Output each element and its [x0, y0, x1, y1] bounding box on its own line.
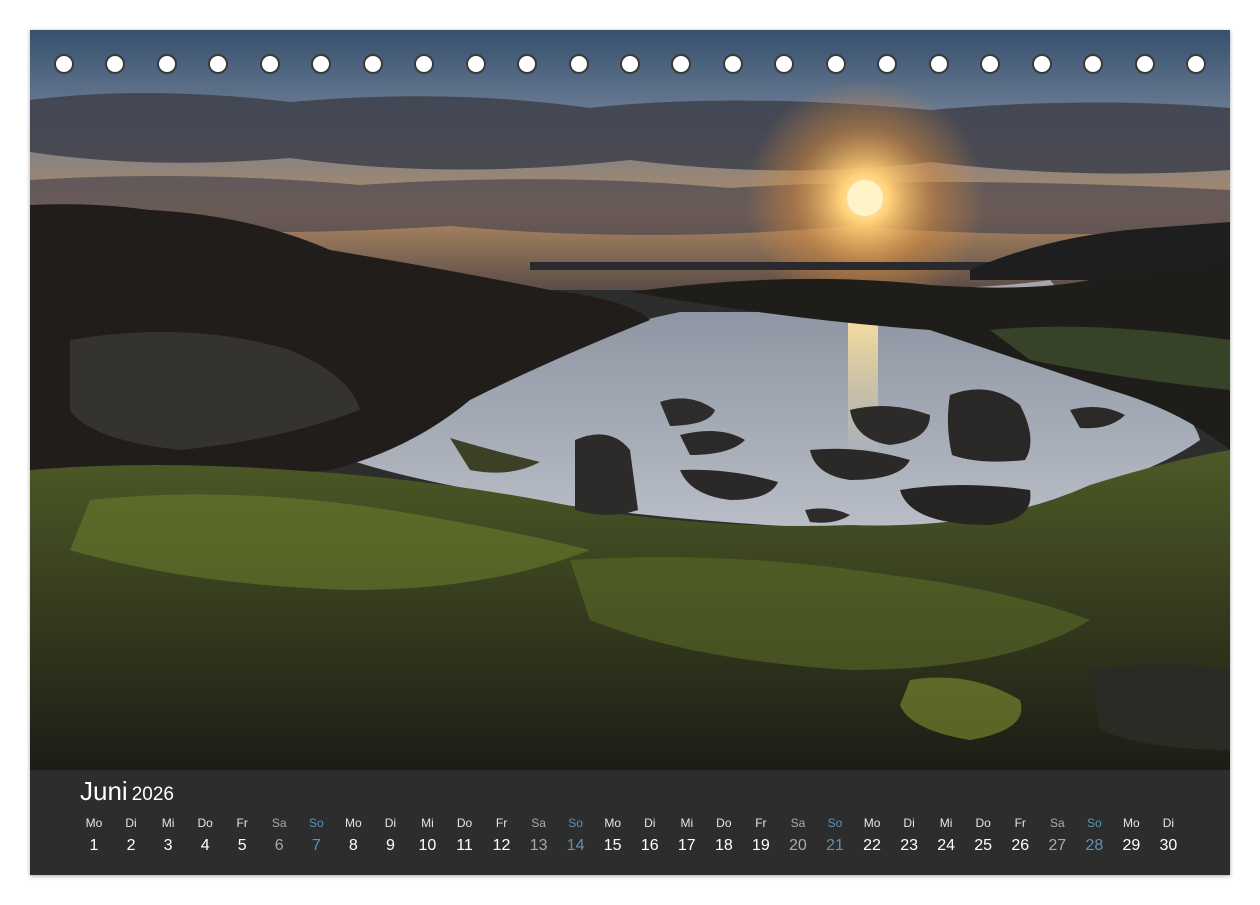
weekday-label: Mo: [85, 816, 103, 830]
weekday-label: Fr: [236, 816, 248, 830]
day-number: 1: [89, 837, 99, 854]
weekday-label: Do: [716, 816, 732, 830]
day-number: 18: [714, 837, 733, 854]
day-number: 22: [863, 837, 881, 854]
day-number: 9: [385, 837, 395, 854]
binding-hole: [928, 54, 949, 74]
weekday-label: Mi: [161, 816, 175, 830]
day-number: 21: [826, 837, 844, 854]
weekday-label: So: [308, 816, 324, 830]
weekday-label: Mi: [680, 816, 694, 830]
binding-hole: [54, 54, 74, 74]
day-number: 20: [789, 837, 807, 854]
binding-hole: [1186, 54, 1206, 74]
day-number: 17: [677, 837, 696, 854]
binding-hole: [671, 54, 692, 74]
day-number: 28: [1085, 837, 1104, 854]
weekday-label: Mi: [939, 816, 953, 830]
day-number: 6: [274, 837, 284, 854]
binding-hole: [620, 54, 640, 74]
weekday-label: Mo: [1123, 816, 1140, 830]
weekday-label: Fr: [755, 816, 767, 830]
weekday-label: Di: [125, 816, 137, 830]
weekday-label: Mi: [421, 816, 434, 830]
binding-hole: [414, 54, 435, 74]
day-number: 29: [1122, 837, 1141, 854]
calendar-page: Juni 2026 Mo 1 Di 2 Mi 3 Do 4 Fr 5 Sa 6 So 7 Mo 8 Di 9 Mi 10…: [30, 30, 1230, 875]
day-number: 19: [751, 837, 770, 854]
day-number: 12: [492, 837, 511, 854]
day-number: 4: [200, 837, 210, 854]
binding-hole: [311, 54, 332, 74]
binding-hole: [980, 54, 1001, 74]
day-number: 13: [529, 837, 548, 854]
binding-hole: [105, 54, 126, 74]
binding-hole: [465, 54, 486, 74]
weekday-label: Sa: [531, 816, 546, 830]
weekday-label: Fr: [495, 816, 508, 830]
binding-hole: [208, 54, 229, 74]
binding-hole: [877, 54, 898, 74]
year: 2026: [131, 784, 174, 805]
weekday-label: Do: [456, 816, 473, 830]
weekday-label: Sa: [1049, 816, 1065, 830]
weekday-label: Do: [975, 816, 991, 830]
weekday-label: So: [827, 816, 843, 830]
weekday-label: Fr: [1014, 816, 1026, 830]
day-number: 16: [640, 837, 659, 854]
day-number: 27: [1048, 837, 1067, 854]
weekday-label: Di: [1162, 816, 1175, 830]
day-number: 26: [1011, 837, 1030, 854]
calendar-band: Juni 2026 Mo 1 Di 2 Mi 3 Do 4 Fr 5 Sa 6 So 7 Mo 8 Di 9 Mi 10…: [30, 770, 1230, 875]
weekday-label: Mo: [345, 816, 362, 830]
binding-hole: [362, 54, 383, 74]
day-number: 3: [163, 837, 173, 854]
day-number: 15: [603, 837, 622, 854]
binding-hole: [1083, 54, 1104, 74]
binding-hole: [156, 54, 177, 74]
binding-hole: [1134, 54, 1155, 74]
binding-hole: [259, 54, 280, 74]
day-number: 23: [900, 837, 918, 854]
day-number: 10: [418, 837, 437, 854]
binding-hole: [517, 54, 538, 74]
day-number: 11: [456, 837, 473, 854]
weekday-label: Do: [197, 816, 213, 830]
weekday-label: Di: [384, 816, 397, 830]
day-number: 30: [1159, 837, 1178, 854]
weekday-label: Mo: [604, 816, 622, 830]
binding-hole: [774, 54, 795, 74]
binding-holes: [30, 54, 1230, 80]
binding-hole: [1031, 54, 1052, 74]
day-number: 24: [937, 837, 956, 854]
day-number: 14: [566, 837, 585, 854]
weekday-label: So: [568, 816, 583, 830]
weekday-label: Di: [903, 816, 915, 830]
weekday-label: Sa: [271, 816, 287, 830]
month-title: Juni 2026: [80, 776, 174, 807]
day-number: 8: [348, 837, 358, 854]
month-name: Juni: [80, 776, 128, 806]
day-number: 25: [974, 837, 993, 854]
weekday-label: Sa: [790, 816, 806, 830]
day-number: 7: [311, 837, 321, 854]
weekday-label: So: [1087, 816, 1102, 830]
day-number: 5: [237, 837, 247, 854]
day-number: 2: [126, 837, 136, 854]
landscape-photo: [30, 30, 1230, 770]
weekday-label: Di: [644, 816, 656, 830]
binding-hole: [722, 54, 743, 74]
weekday-label: Mo: [863, 816, 881, 830]
binding-hole: [825, 54, 846, 74]
binding-hole: [568, 54, 589, 74]
